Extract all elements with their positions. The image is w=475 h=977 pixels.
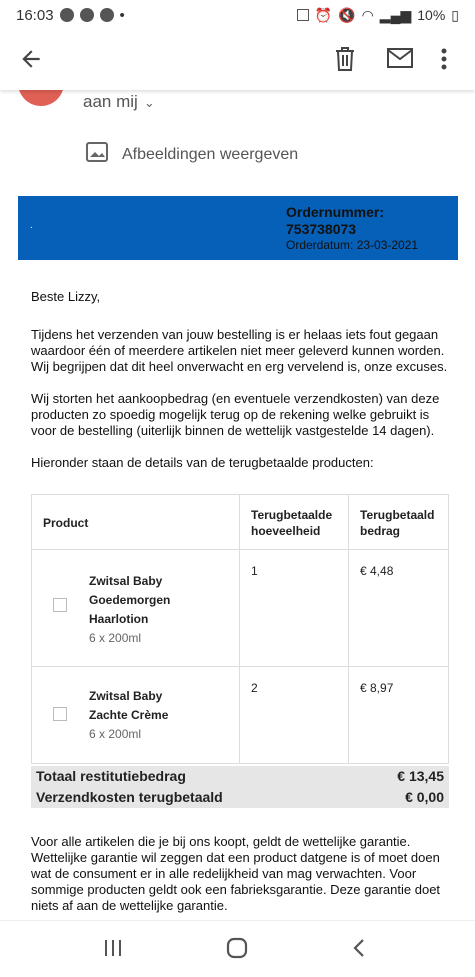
wifi-icon: ◠ <box>361 6 374 23</box>
product-size: 6 x 200ml <box>89 631 142 645</box>
table-row: Zwitsal Baby Goedemorgen Haarlotion 6 x … <box>31 549 449 667</box>
email-toolbar <box>0 30 475 90</box>
system-nav-bar <box>0 920 475 977</box>
nav-back-icon[interactable] <box>352 938 366 963</box>
shipping-refund-value: € 0,00 <box>405 789 444 805</box>
sender-row: aan mij ⌄ <box>0 90 475 120</box>
total-refund-row: Totaal restitutiebedrag € 13,45 <box>36 766 444 787</box>
status-right: ⏰ 🔇 ◠ ▂▄▆ 10% ▯ <box>296 6 459 24</box>
header-amount: Terugbetaald bedrag <box>348 494 449 550</box>
greeting: Beste Lizzy, <box>31 289 101 304</box>
body-paragraph-1: Tijdens het verzenden van jouw bestellin… <box>31 327 448 374</box>
back-arrow-icon[interactable] <box>18 46 44 77</box>
signal-icon: ▂▄▆ <box>379 6 412 23</box>
order-banner: . Ordernummer: 753738073 Orderdatum: 23-… <box>18 196 458 260</box>
battery-icon: ▯ <box>451 6 459 23</box>
product-name: Zwitsal Baby Zachte Crème <box>89 689 169 722</box>
app-notification-icon <box>99 8 114 22</box>
table-row: Zwitsal Baby Zachte Crème 6 x 200ml 2 € … <box>31 666 449 764</box>
trash-icon[interactable] <box>334 46 356 77</box>
image-icon <box>86 142 108 167</box>
product-amount: € 8,97 <box>348 666 449 764</box>
product-quantity: 2 <box>239 666 349 764</box>
avatar[interactable] <box>18 90 64 106</box>
product-amount: € 4,48 <box>348 549 449 667</box>
recipient-label: aan mij <box>83 92 138 111</box>
chevron-down-icon: ⌄ <box>143 95 155 110</box>
broken-image-icon <box>53 598 67 612</box>
body-paragraph-2: Wij storten het aankoopbedrag (en eventu… <box>31 391 440 438</box>
alarm-icon: ⏰ <box>314 6 333 23</box>
product-info: Zwitsal Baby Goedemorgen Haarlotion 6 x … <box>89 572 199 648</box>
facebook-notification-icon <box>79 8 94 22</box>
product-quantity: 1 <box>239 549 349 667</box>
show-images-button[interactable]: Afbeeldingen weergeven <box>86 142 298 167</box>
shipping-refund-label: Verzendkosten terugbetaald <box>36 789 223 805</box>
header-quantity: Terugbetaalde hoeveelheid <box>239 494 349 550</box>
status-time: 16:03 <box>16 6 54 24</box>
more-notifications-dot-icon: • <box>119 6 125 24</box>
order-number: Ordernummer: 753738073 <box>286 204 385 237</box>
shipping-refund-row: Verzendkosten terugbetaald € 0,00 <box>36 787 444 808</box>
nav-home-icon[interactable] <box>226 937 248 964</box>
banner-logo-placeholder: . <box>30 220 33 231</box>
totals-box: Totaal restitutiebedrag € 13,45 Verzendk… <box>31 766 449 808</box>
warranty-paragraph: Voor alle artikelen die je bij ons koopt… <box>31 834 441 913</box>
order-date: Orderdatum: 23-03-2021 <box>286 238 419 252</box>
product-cell: Zwitsal Baby Goedemorgen Haarlotion 6 x … <box>31 549 240 667</box>
total-refund-label: Totaal restitutiebedrag <box>36 768 186 784</box>
body-paragraph-3: Hieronder staan de details van de terugb… <box>31 455 374 470</box>
more-vert-icon[interactable] <box>440 47 448 76</box>
broken-image-icon <box>53 707 67 721</box>
total-refund-value: € 13,45 <box>397 768 444 784</box>
header-product: Product <box>31 494 240 550</box>
status-bar: 16:03 • ⏰ 🔇 ◠ ▂▄▆ 10% ▯ <box>0 0 475 30</box>
product-cell: Zwitsal Baby Zachte Crème 6 x 200ml <box>31 666 240 764</box>
table-header-row: Product Terugbetaalde hoeveelheid Terugb… <box>31 494 449 550</box>
facebook-notification-icon <box>59 8 74 22</box>
email-body: Beste Lizzy, Tijdens het verzenden van j… <box>31 289 451 487</box>
nav-recents-icon[interactable] <box>104 939 122 962</box>
recipient-toggle[interactable]: aan mij ⌄ <box>83 92 155 112</box>
product-info: Zwitsal Baby Zachte Crème 6 x 200ml <box>89 687 199 744</box>
status-left: 16:03 • <box>16 7 125 24</box>
nfc-icon <box>296 9 309 21</box>
product-name: Zwitsal Baby Goedemorgen Haarlotion <box>89 574 171 626</box>
product-size: 6 x 200ml <box>89 727 142 741</box>
show-images-label: Afbeeldingen weergeven <box>122 145 299 163</box>
mute-icon: 🔇 <box>338 6 356 23</box>
refund-table: Product Terugbetaalde hoeveelheid Terugb… <box>31 494 449 764</box>
mail-icon[interactable] <box>387 48 413 73</box>
battery-level: 10% <box>417 7 446 23</box>
